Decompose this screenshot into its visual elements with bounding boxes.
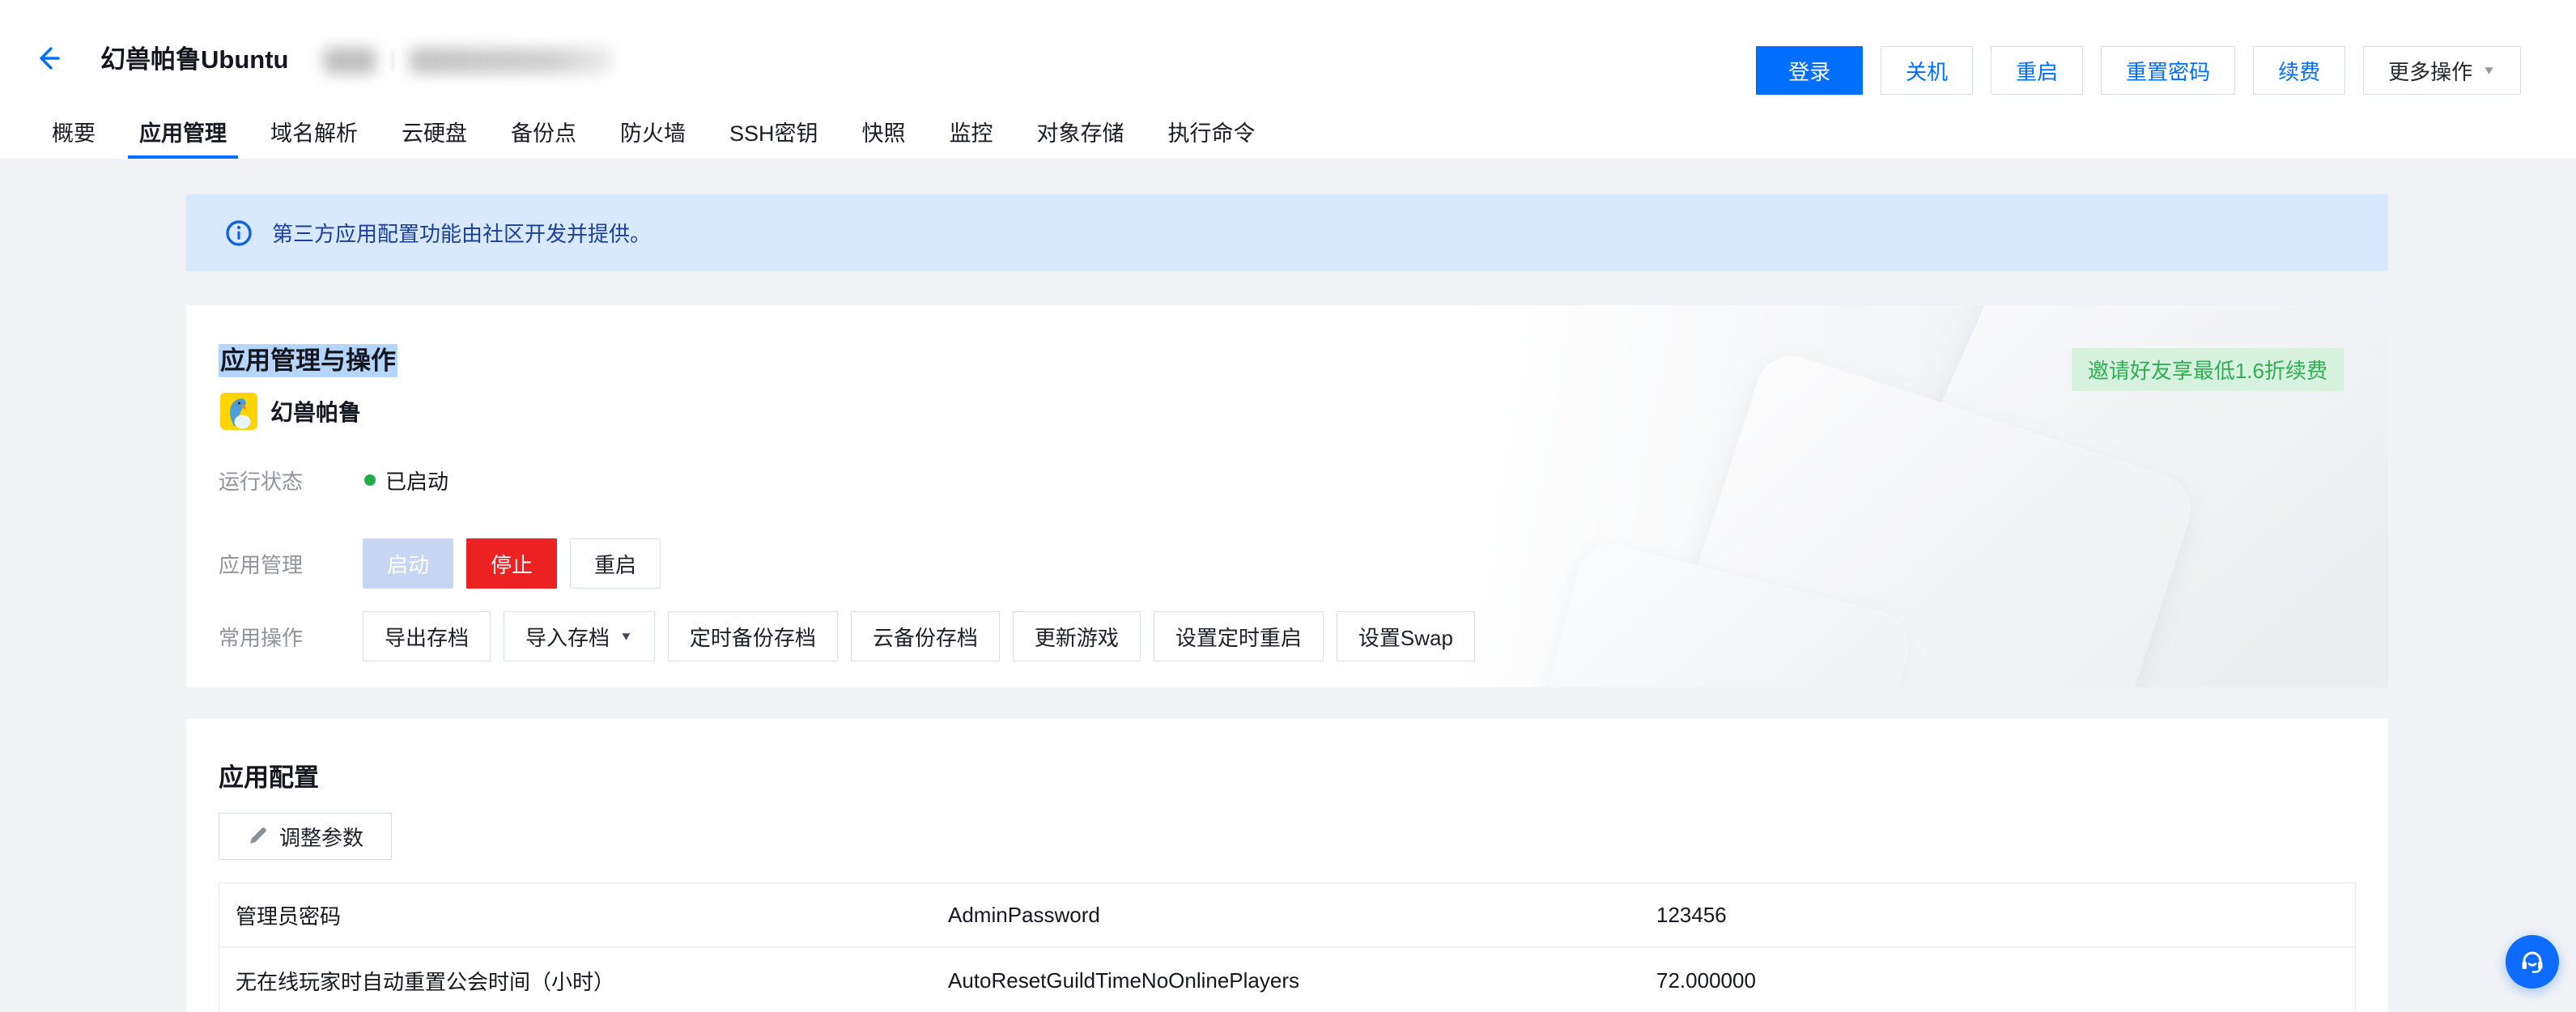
param-key: AutoResetGuildTimeNoOnlinePlayers <box>932 968 1640 993</box>
tab-firewall[interactable]: 防火墙 <box>609 113 697 159</box>
header: 幻兽帕鲁Ubuntu 登录 关机 重启 重置密码 续费 更多操作 ▼ 概要 应用… <box>0 0 2576 159</box>
tab-dns[interactable]: 域名解析 <box>259 113 369 159</box>
adjust-params-label: 调整参数 <box>279 822 363 852</box>
config-title: 应用配置 <box>219 757 319 793</box>
status-dot-icon <box>364 474 376 486</box>
tab-monitor[interactable]: 监控 <box>938 113 1005 159</box>
import-save-button[interactable]: 导入存档 ▼ <box>504 611 655 661</box>
status-value: 已启动 <box>385 466 448 495</box>
restart-button[interactable]: 重启 <box>1991 46 2083 95</box>
tab-cloud-disk[interactable]: 云硬盘 <box>390 113 478 159</box>
info-icon <box>225 219 253 247</box>
tab-run-command[interactable]: 执行命令 <box>1157 113 1267 159</box>
tab-object-storage[interactable]: 对象存储 <box>1026 113 1136 159</box>
param-value: 123456 <box>1640 903 2355 928</box>
more-actions-label: 更多操作 <box>2388 56 2472 86</box>
tab-bar: 概要 应用管理 域名解析 云硬盘 备份点 防火墙 SSH密钥 快照 监控 对象存… <box>40 113 1267 159</box>
tab-overview[interactable]: 概要 <box>40 113 107 159</box>
table-row[interactable]: 管理员密码 AdminPassword 123456 <box>219 883 2355 948</box>
redacted-text <box>410 48 612 74</box>
app-management-card: 应用管理与操作 幻兽帕鲁 运行状态 已启动 应用管理 启动 停止 重启 常用操作 <box>186 305 2388 687</box>
export-save-button[interactable]: 导出存档 <box>363 611 491 661</box>
start-button[interactable]: 启动 <box>363 538 453 589</box>
login-button[interactable]: 登录 <box>1756 46 1863 95</box>
reset-password-button[interactable]: 重置密码 <box>2101 46 2235 95</box>
manage-label: 应用管理 <box>219 549 338 579</box>
selected-text: 应用管理与操作 <box>219 344 397 377</box>
status-row: 运行状态 已启动 <box>219 464 448 496</box>
config-table: 管理员密码 AdminPassword 123456 无在线玩家时自动重置公会时… <box>219 882 2356 1012</box>
param-name-cn: 管理员密码 <box>219 900 932 930</box>
more-actions-button[interactable]: 更多操作 ▼ <box>2363 46 2521 95</box>
cloud-backup-button[interactable]: 云备份存档 <box>851 611 1000 661</box>
page-title: 幻兽帕鲁Ubuntu <box>100 39 288 75</box>
tab-app-management[interactable]: 应用管理 <box>128 113 238 159</box>
shutdown-button[interactable]: 关机 <box>1881 46 1973 95</box>
param-key: AdminPassword <box>932 903 1640 928</box>
restart-app-button[interactable]: 重启 <box>570 538 661 589</box>
common-ops-row: 常用操作 导出存档 导入存档 ▼ 定时备份存档 云备份存档 更新游戏 设置定时重… <box>219 611 1475 661</box>
app-name: 幻兽帕鲁 <box>270 395 361 427</box>
table-row[interactable]: 无在线玩家时自动重置公会时间（小时） AutoResetGuildTimeNoO… <box>219 948 2355 1012</box>
status-label: 运行状态 <box>219 466 338 495</box>
app-identity: 幻兽帕鲁 <box>220 393 361 430</box>
pencil-icon <box>247 826 268 847</box>
param-value: 72.000000 <box>1640 968 2355 993</box>
support-fab[interactable] <box>2506 935 2559 989</box>
card-title: 应用管理与操作 <box>219 340 397 376</box>
app-config-card: 应用配置 调整参数 管理员密码 AdminPassword 123456 无在线… <box>186 719 2388 1012</box>
tab-snapshot[interactable]: 快照 <box>851 113 917 159</box>
renew-button[interactable]: 续费 <box>2253 46 2345 95</box>
headset-icon <box>2517 946 2548 977</box>
divider <box>392 50 393 71</box>
update-game-button[interactable]: 更新游戏 <box>1013 611 1141 661</box>
promo-badge[interactable]: 邀请好友享最低1.6折续费 <box>2072 348 2344 391</box>
redacted-info <box>324 45 612 76</box>
stop-button[interactable]: 停止 <box>466 538 557 589</box>
ops-label: 常用操作 <box>219 622 338 652</box>
back-icon[interactable] <box>31 42 63 74</box>
adjust-params-button[interactable]: 调整参数 <box>219 813 392 860</box>
tab-ssh-key[interactable]: SSH密钥 <box>718 113 830 159</box>
tab-backup-point[interactable]: 备份点 <box>499 113 588 159</box>
param-name-cn: 无在线玩家时自动重置公会时间（小时） <box>219 966 932 996</box>
info-banner: 第三方应用配置功能由社区开发并提供。 <box>186 194 2388 271</box>
app-manage-row: 应用管理 启动 停止 重启 <box>219 538 661 589</box>
import-save-label: 导入存档 <box>525 622 610 652</box>
header-actions: 登录 关机 重启 重置密码 续费 更多操作 ▼ <box>1756 46 2521 95</box>
app-icon <box>220 393 257 430</box>
set-swap-button[interactable]: 设置Swap <box>1337 611 1475 661</box>
banner-text: 第三方应用配置功能由社区开发并提供。 <box>272 218 651 248</box>
chevron-down-icon: ▼ <box>2482 64 2496 78</box>
redacted-text <box>324 48 376 74</box>
scheduled-backup-button[interactable]: 定时备份存档 <box>668 611 838 661</box>
scheduled-restart-button[interactable]: 设置定时重启 <box>1154 611 1324 661</box>
chevron-down-icon: ▼ <box>619 630 633 644</box>
